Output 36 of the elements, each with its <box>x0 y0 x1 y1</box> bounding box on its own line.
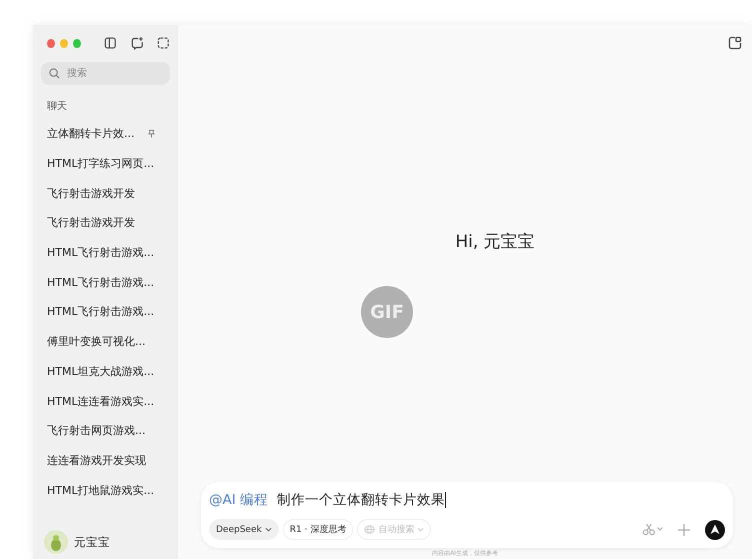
model-dropdown[interactable]: DeepSeek <box>209 519 279 540</box>
chat-item[interactable]: HTML飞行射击游戏... <box>41 267 170 298</box>
window-icon[interactable] <box>728 36 742 50</box>
chevron-down-icon <box>264 527 272 532</box>
chat-item[interactable]: 傅里叶变换可视化... <box>41 326 170 356</box>
chat-item[interactable]: HTML飞行射击游戏... <box>41 238 170 268</box>
sidebar-toggle-icon[interactable] <box>104 36 117 50</box>
chat-item[interactable]: 立体翻转卡片效... <box>41 119 170 149</box>
chat-item[interactable]: 连连看游戏开发实现 <box>41 446 170 476</box>
avatar-icon[interactable] <box>44 530 68 554</box>
mode-toggle[interactable]: R1 · 深度思考 <box>282 519 354 540</box>
user-name: 元宝宝 <box>74 534 110 550</box>
pin-icon <box>147 129 156 138</box>
globe-icon <box>364 524 376 535</box>
maximize-button[interactable] <box>73 38 82 48</box>
scissors-icon[interactable] <box>642 523 664 536</box>
minimize-button[interactable] <box>60 38 68 48</box>
plus-icon[interactable] <box>677 522 691 536</box>
chat-item[interactable]: 飞行射击网页游戏... <box>41 416 170 446</box>
mention-tag: @AI 编程 <box>209 491 268 509</box>
chat-item[interactable]: 飞行射击游戏开发 <box>41 208 170 238</box>
greeting: Hi, 元宝宝 <box>455 231 535 253</box>
input-text: 制作一个立体翻转卡片效果 <box>277 491 446 509</box>
close-button[interactable] <box>47 38 56 48</box>
chat-item[interactable]: 飞行射击游戏开发 <box>41 178 170 208</box>
chat-item[interactable]: HTML打字练习网页... <box>41 148 170 178</box>
search-field[interactable]: 搜索 <box>41 62 170 85</box>
chevron-down-icon <box>417 527 424 532</box>
chat-item[interactable]: HTML打地鼠游戏实... <box>41 475 170 505</box>
new-chat-icon[interactable] <box>130 36 144 50</box>
chat-item[interactable]: HTML飞行射击游戏... <box>41 297 170 327</box>
section-title: 聊天 <box>47 100 68 113</box>
chat-item[interactable]: HTML坦克大战游戏... <box>41 356 170 386</box>
send-button[interactable] <box>705 520 725 540</box>
select-icon[interactable] <box>157 36 170 50</box>
chat-item[interactable]: HTML连连看游戏实... <box>41 386 170 416</box>
